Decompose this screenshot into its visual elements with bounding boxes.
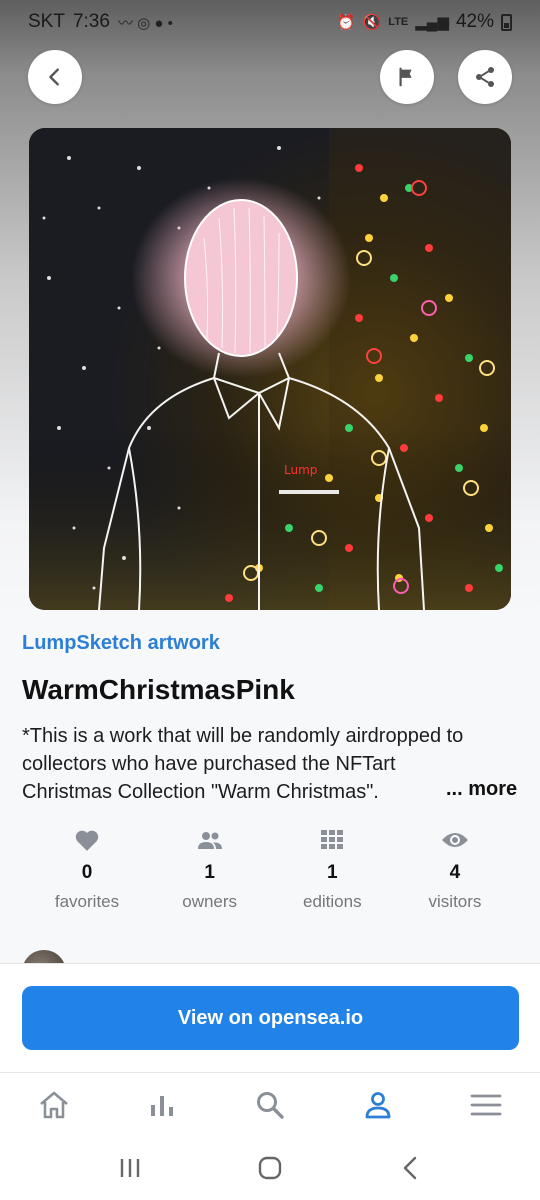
home-button[interactable] <box>240 1143 300 1193</box>
status-left: SKT 7:36 〰 ◎ ● • <box>28 11 173 33</box>
share-icon <box>476 67 494 87</box>
description-line: Christmas Collection "Warm Christmas". <box>22 781 379 803</box>
description-line: collectors who have purchased the NFTart <box>22 753 396 775</box>
carrier-label: SKT <box>28 11 65 32</box>
stat-label: owners <box>182 892 238 911</box>
nav-menu[interactable] <box>456 1075 516 1135</box>
stat-label: visitors <box>428 892 482 911</box>
notification-icons: 〰 ◎ ● • <box>117 14 173 32</box>
artwork-illustration: Lump <box>29 128 511 610</box>
home-icon <box>40 1091 68 1118</box>
stat-label: favorites <box>54 892 120 911</box>
page-title: WarmChristmasPink <box>22 674 295 705</box>
home-circle-icon <box>258 1156 282 1180</box>
stat-value: 1 <box>327 862 338 883</box>
network-label: LTE <box>388 16 409 28</box>
back-arrow-icon <box>403 1156 417 1180</box>
people-icon <box>196 826 224 854</box>
back-button[interactable] <box>28 50 82 104</box>
grid-icon <box>321 826 344 854</box>
signal-icon: ▂▄▆ <box>415 14 449 31</box>
heart-icon <box>74 826 100 854</box>
clock: 7:36 <box>72 11 110 32</box>
nav-search[interactable] <box>240 1075 300 1135</box>
system-back-button[interactable] <box>380 1143 440 1193</box>
nav-stats[interactable] <box>132 1075 192 1135</box>
bottom-nav <box>0 1072 540 1136</box>
bar-chart-icon <box>151 1095 173 1116</box>
menu-icon <box>470 1094 502 1115</box>
stats-row: 0 favorites 1 owners 1 editions 4 visito… <box>26 826 516 916</box>
recent-apps-button[interactable] <box>100 1143 160 1193</box>
alarm-icon: ⏰ <box>336 14 356 31</box>
share-button[interactable] <box>458 50 512 104</box>
battery-percent: 42% <box>455 11 494 32</box>
battery-icon <box>501 13 512 31</box>
stat-favorites[interactable]: 0 favorites <box>26 826 148 916</box>
mute-icon: 🔇 <box>362 14 382 31</box>
nav-profile[interactable] <box>348 1075 408 1135</box>
status-bar: SKT 7:36 〰 ◎ ● • ⏰ 🔇 LTE ▂▄▆ 42% <box>0 0 540 44</box>
stat-value: 1 <box>204 862 215 883</box>
flag-icon <box>399 67 412 87</box>
nav-home[interactable] <box>24 1075 84 1135</box>
artwork-signature: Lump <box>284 463 317 477</box>
search-icon <box>257 1091 284 1119</box>
nft-artwork-image[interactable]: Lump <box>29 128 511 610</box>
stat-value: 4 <box>449 862 461 883</box>
stat-label: editions <box>303 892 362 911</box>
stat-visitors[interactable]: 4 visitors <box>394 826 516 916</box>
stat-editions[interactable]: 1 editions <box>271 826 393 916</box>
stat-owners[interactable]: 1 owners <box>149 826 271 916</box>
eye-icon <box>441 826 469 854</box>
more-button[interactable]: ... more <box>416 778 518 801</box>
status-right: ⏰ 🔇 LTE ▂▄▆ 42% <box>337 11 512 33</box>
system-navigation-bar <box>0 1136 540 1200</box>
recent-apps-icon <box>120 1159 140 1177</box>
stat-value: 0 <box>81 862 93 883</box>
report-button[interactable] <box>380 50 434 104</box>
view-on-opensea-button[interactable]: View on opensea.io <box>22 986 519 1050</box>
profile-icon <box>365 1091 391 1118</box>
artist-link[interactable]: LumpSketch artwork <box>22 632 220 655</box>
chevron-left-icon <box>49 68 59 86</box>
description-line: *This is a work that will be randomly ai… <box>22 725 464 747</box>
